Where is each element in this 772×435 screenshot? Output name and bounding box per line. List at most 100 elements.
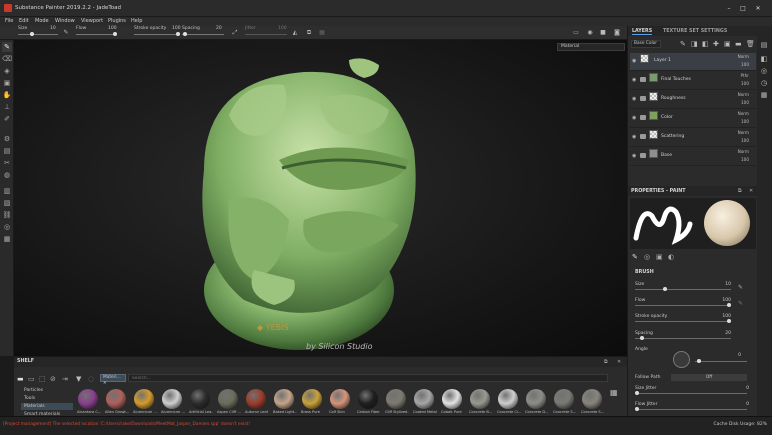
screenshot-icon[interactable]: ◙ — [613, 29, 621, 37]
spacing-value[interactable]: 20 — [725, 331, 731, 336]
layer-opacity[interactable]: 100 — [741, 119, 749, 124]
close-button[interactable]: ✕ — [752, 4, 764, 13]
stroke-opacity-knob[interactable] — [176, 32, 180, 36]
visibility-eye-icon[interactable]: ◉ — [632, 153, 636, 159]
layer-blend-mode[interactable]: Norm — [738, 130, 749, 135]
texture-set-list-icon[interactable]: ▤ — [759, 40, 769, 50]
material-tile[interactable]: Cobalt Pure — [441, 389, 463, 417]
menu-mode[interactable]: Mode — [35, 18, 49, 24]
pressure-pen-icon[interactable]: ✎ — [738, 284, 743, 291]
alpha-tab-icon[interactable]: ◎ — [644, 253, 650, 261]
hide-icon[interactable]: ⊘ — [50, 375, 56, 383]
shelf-category-particles[interactable]: Particles — [21, 387, 73, 394]
brush-flow-knob[interactable] — [727, 303, 731, 307]
size-jitter-knob[interactable] — [635, 391, 639, 395]
symmetry-icon[interactable]: ◭ — [291, 29, 299, 37]
visibility-eye-icon[interactable]: ◉ — [632, 96, 636, 102]
menu-help[interactable]: Help — [131, 18, 142, 24]
properties-icon[interactable]: ◎ — [759, 66, 769, 76]
color-picker-icon[interactable]: ✐ — [2, 114, 12, 124]
history-panel-icon[interactable]: ◷ — [759, 78, 769, 88]
brush-tab-icon[interactable]: ✎ — [632, 253, 638, 261]
layer-opacity[interactable]: 100 — [741, 62, 749, 67]
delete-layer-icon[interactable]: 🗑 — [746, 40, 755, 48]
new-folder-icon[interactable]: ▭ — [28, 375, 35, 383]
material-tile[interactable]: Calf Skin — [329, 389, 351, 417]
flow-slider-knob[interactable] — [113, 32, 117, 36]
spacing-value[interactable]: 20 — [216, 26, 222, 31]
spacing-slider[interactable] — [635, 338, 731, 339]
grid-icon[interactable]: ▦ — [318, 29, 326, 37]
folder-icon[interactable]: ▬ — [17, 375, 24, 383]
layer-blend-mode[interactable]: Norm — [738, 149, 749, 154]
stroke-opacity-value[interactable]: 100 — [172, 26, 181, 31]
shader-icon[interactable]: ◍ — [2, 170, 12, 180]
menu-window[interactable]: Window — [55, 18, 75, 24]
angle-slider[interactable] — [695, 361, 747, 362]
material-tile[interactable]: Cliff Stylized... — [385, 389, 409, 417]
export-icon[interactable]: ⇥ — [62, 375, 68, 383]
flow-pressure-icon[interactable]: ✎ — [738, 300, 743, 307]
size-slider-knob[interactable] — [30, 32, 34, 36]
material-tile[interactable]: Coated Metal — [413, 389, 437, 417]
projection-icon[interactable]: ◈ — [2, 66, 12, 76]
material-tile[interactable]: Concrete D... — [525, 389, 549, 417]
scene-settings-icon[interactable]: ⚙ — [2, 134, 12, 144]
tab-texture-set-settings[interactable]: TEXTURE SET SETTINGS — [663, 29, 727, 34]
layer-row-base[interactable]: ◉ Base Norm 100 — [630, 148, 756, 166]
camera-icon[interactable]: ■ — [599, 29, 607, 37]
material-tile[interactable]: Brass Pure — [301, 389, 323, 417]
material-tile[interactable]: Aspen Cliff ... — [217, 389, 241, 417]
material-tile[interactable]: Autumn Leaf — [245, 389, 268, 417]
minimize-button[interactable]: – — [723, 4, 735, 13]
tab-layers[interactable]: LAYERS — [632, 29, 653, 35]
layer-row-color[interactable]: ◉ Color Norm 100 — [630, 110, 756, 128]
view-2d-icon[interactable]: ▭ — [572, 29, 580, 37]
filter-chip-materials[interactable]: Materi... ✕ — [100, 374, 126, 386]
maximize-button[interactable]: □ — [737, 4, 749, 13]
filter-clear-icon[interactable]: ◌ — [88, 375, 94, 383]
layer-opacity[interactable]: 100 — [741, 100, 749, 105]
material-tile[interactable]: Concrete Cl... — [497, 389, 521, 417]
size-jitter-value[interactable]: 0 — [746, 386, 749, 391]
geometry-mask-icon[interactable]: ▣ — [2, 78, 12, 88]
menu-edit[interactable]: Edit — [19, 18, 29, 24]
add-mask-icon[interactable]: ◨ — [691, 40, 698, 48]
layers-icon[interactable]: ◧ — [759, 54, 769, 64]
add-fill-layer-icon[interactable]: ▣ — [724, 40, 731, 48]
material-tile[interactable]: Artificial Lea... — [189, 389, 213, 417]
shelf-category-materials[interactable]: Materials — [21, 403, 73, 410]
filter-chip-close-icon[interactable]: ✕ — [103, 381, 107, 386]
layer-opacity[interactable]: 100 — [741, 157, 749, 162]
spacing-slider[interactable] — [182, 34, 224, 35]
brush-size-slider[interactable] — [635, 289, 731, 290]
layer-blend-mode[interactable]: Norm — [738, 92, 749, 97]
import-icon[interactable]: ⬚ — [39, 375, 46, 383]
flow-value[interactable]: 100 — [108, 26, 117, 31]
material-tile[interactable]: Aluminium ... — [161, 389, 185, 417]
jade-toad-model[interactable] — [14, 40, 627, 356]
undock-icon[interactable]: ⧉ — [738, 188, 742, 194]
material-tile[interactable]: Aluminium ... — [133, 389, 157, 417]
menu-plugins[interactable]: Plugins — [108, 18, 126, 24]
layer-opacity[interactable]: 100 — [741, 81, 749, 86]
panel-close-icon[interactable]: ✕ — [749, 188, 753, 194]
material-tile[interactable]: Carbon Fiber — [357, 389, 380, 417]
layer-row-layer-1[interactable]: ◉ Layer 1 Norm 100 — [630, 53, 756, 71]
visibility-eye-icon[interactable]: ◉ — [632, 134, 636, 140]
3d-viewport[interactable]: Material ◆ YEBIS by Silicon Studio — [14, 40, 627, 356]
menu-file[interactable]: File — [5, 18, 13, 24]
bake-icon[interactable]: ✂ — [2, 158, 12, 168]
visibility-eye-icon[interactable]: ◉ — [632, 77, 636, 83]
shelf-search-input[interactable] — [128, 374, 608, 382]
shelf-category-tools[interactable]: Tools — [21, 395, 73, 402]
node-graph-icon[interactable]: ⛓ — [2, 210, 12, 220]
view-3d-icon[interactable]: ◉ — [586, 29, 594, 37]
add-folder-icon[interactable]: ▬ — [735, 40, 742, 48]
display-settings-icon[interactable]: ▤ — [2, 146, 12, 156]
smudge-icon[interactable]: ✋ — [2, 90, 12, 100]
spacing-slider-knob[interactable] — [183, 32, 187, 36]
add-fill-icon[interactable]: ◧ — [702, 40, 709, 48]
log-icon[interactable]: ▧ — [2, 198, 12, 208]
add-effect-icon[interactable]: ✎ — [680, 40, 686, 48]
